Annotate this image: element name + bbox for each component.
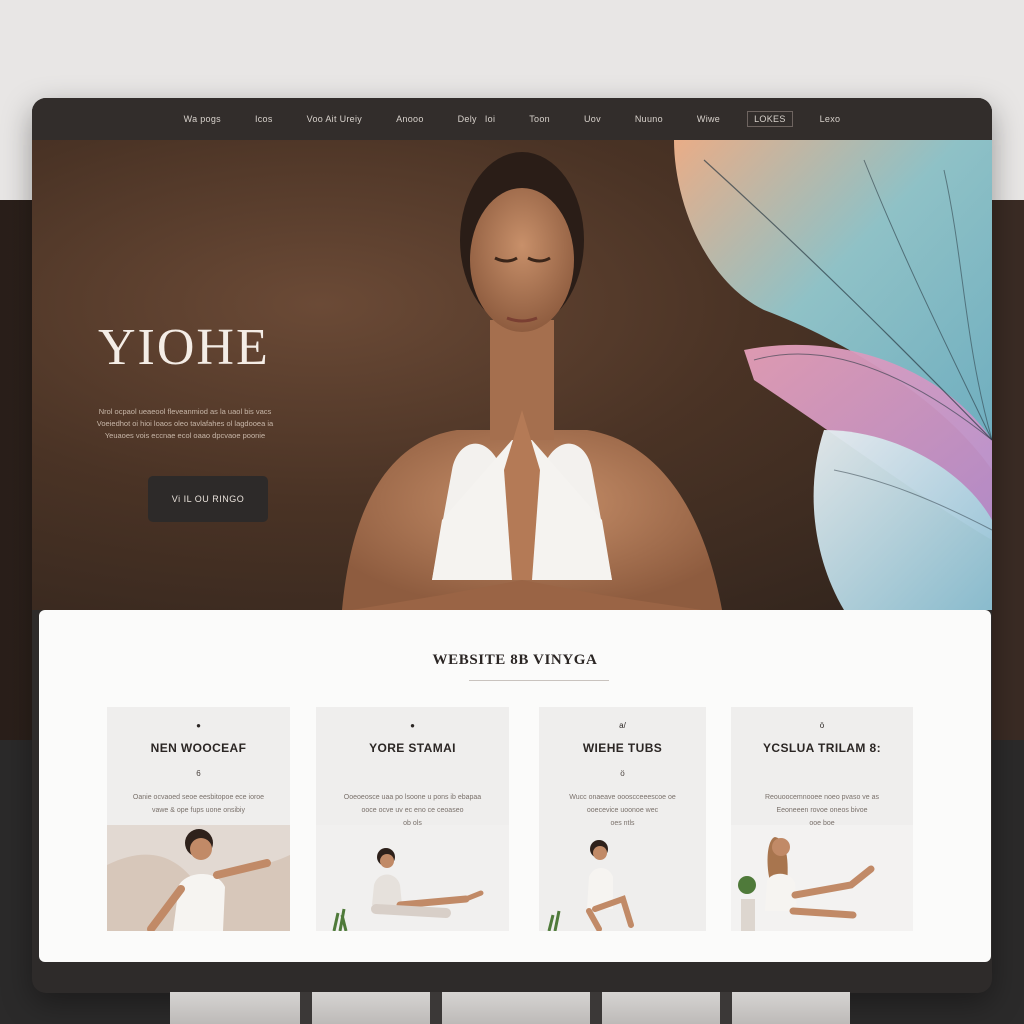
hero-description-line: Yeuaoes vois eccnae ecol oaao dpcvaoe po… (104, 431, 266, 440)
nav-item-10[interactable]: Wiwe (680, 114, 737, 124)
stand-divider (300, 992, 312, 1024)
nav-item-6[interactable]: Ioi (481, 114, 512, 124)
yoga-pose-image (107, 825, 290, 931)
hero-cta-button[interactable]: Vi IL OU RINGO (148, 476, 268, 522)
nav-item-2[interactable]: Icos (238, 114, 290, 124)
card-title: YCSLUA TRILAM 8: (763, 741, 881, 755)
nav-item-4[interactable]: Anooo (379, 114, 441, 124)
nav-item-7[interactable]: Toon (512, 114, 567, 124)
card-title: YORE STAMAI (369, 741, 456, 755)
card-description-line: Oanie ocvaoed seoe eesbitopoe ece ioroe (132, 794, 265, 801)
monitor-screen: Wa pogs Icos Voo Ait Ureiy Anooo Dely Io… (32, 98, 992, 993)
nav-item-11[interactable]: LOKES (747, 111, 793, 127)
hero-description-line: Nrol ocpaol ueaeool fleveanmiod as la ua… (98, 407, 272, 416)
card-title: NEN WOOCEAF (150, 741, 247, 755)
card-description-line: Eeoneeen rovoe oneos bivoe (776, 807, 868, 814)
card-title: WIEHE TUBS (582, 741, 663, 755)
nav-item-3[interactable]: Voo Ait Ureiy (290, 114, 379, 124)
card-bullet: ö (819, 721, 825, 730)
card-mark: ö (620, 769, 625, 778)
section-title: WEBSITE 8B VINYGA (432, 652, 598, 668)
hero-title: YIOHE (98, 319, 270, 376)
section-divider (469, 680, 609, 681)
nav-item-9[interactable]: Nuuno (618, 114, 680, 124)
feature-card[interactable]: ● YORE STAMAI Ooeoeosce uaa po lsoone u … (316, 707, 509, 931)
card-description: Oanie ocvaoed seoe eesbitopoe ece ioroe … (107, 791, 290, 817)
card-description-line: vawe & ope fups uone onsibiy (151, 807, 245, 814)
nav-item-1[interactable]: Wa pogs (167, 114, 238, 124)
yoga-pose-image (316, 825, 509, 931)
content-section: WEBSITE 8B VINYGA ● NEN WOOCEAF 6 Oanie … (39, 610, 991, 962)
card-bullet: ● (410, 721, 415, 730)
stand-divider (720, 992, 732, 1024)
feature-card[interactable]: ● NEN WOOCEAF 6 Oanie ocvaoed seoe eesbi… (107, 707, 290, 931)
card-bullet: a/ (619, 721, 626, 730)
hero-description-line: Voeiedhot oi hioi loaos oleo tavlafahes … (96, 419, 274, 428)
watercolor-wing-image (674, 140, 992, 610)
card-description-line: Wucc onaeave oooscceeescoe oe (569, 794, 676, 801)
stand-divider (430, 992, 442, 1024)
card-bullet: ● (196, 721, 201, 730)
nav-item-12[interactable]: Lexo (803, 114, 858, 124)
card-description-line: Reouoocemnooee noeo pvaso ve as (764, 794, 880, 801)
yoga-pose-image (731, 825, 913, 931)
feature-card[interactable]: ö YCSLUA TRILAM 8: Reouoocemnooee noeo p… (731, 707, 913, 931)
yoga-pose-image (539, 825, 706, 931)
nav-item-8[interactable]: Uov (567, 114, 618, 124)
card-mark: 6 (196, 769, 201, 778)
hero-description: Nrol ocpaol ueaeool fleveanmiod as la ua… (80, 406, 290, 442)
card-description-line: ooce ocve uv ec eno ce ceoaseo (361, 807, 464, 814)
card-description-line: ooecevice uoonoe wec (586, 807, 659, 814)
top-navigation: Wa pogs Icos Voo Ait Ureiy Anooo Dely Io… (32, 98, 992, 140)
stand-divider (590, 992, 602, 1024)
monitor-stand (170, 992, 850, 1024)
hero-section: YIOHE Nrol ocpaol ueaeool fleveanmiod as… (32, 140, 992, 610)
nav-item-5[interactable]: Dely (441, 114, 481, 124)
card-description-line: Ooeoeosce uaa po lsoone u pons ib ebapaa (343, 794, 482, 801)
feature-card[interactable]: a/ WIEHE TUBS ö Wucc onaeave oooscceeesc… (539, 707, 706, 931)
